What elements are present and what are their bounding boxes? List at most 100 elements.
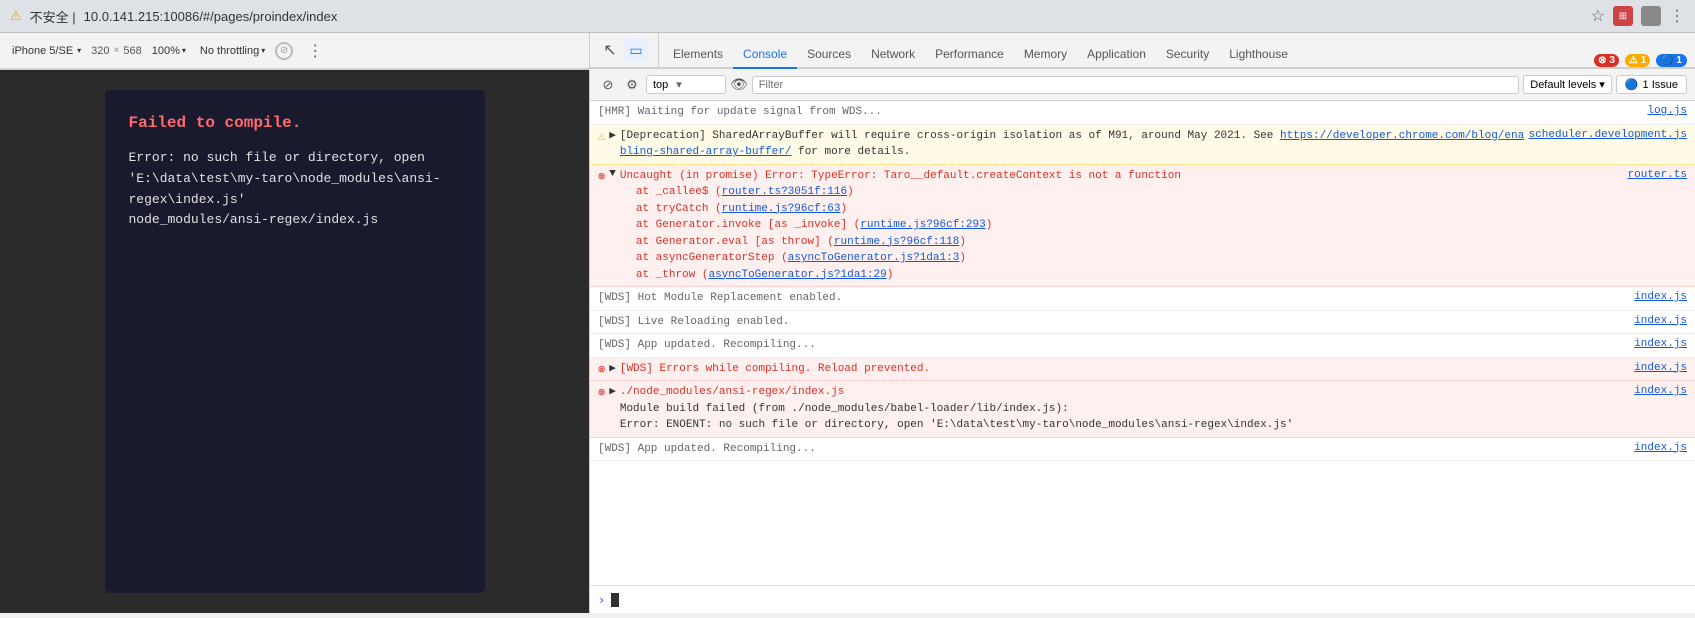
zoom-value: 100% xyxy=(152,45,180,57)
message-source-link[interactable]: index.js xyxy=(1634,362,1687,374)
stack-link-2[interactable]: runtime.js?96cf:63 xyxy=(722,203,841,215)
device-selector[interactable]: iPhone 5/SE ▾ xyxy=(8,43,85,59)
expand-ansi-error-icon[interactable] xyxy=(609,384,616,398)
message-source-link[interactable]: router.ts xyxy=(1628,169,1687,181)
stack-link-4[interactable]: runtime.js?96cf:118 xyxy=(834,236,959,248)
error-icon: ⊗ xyxy=(598,385,605,400)
browser-top-right: ☆ ⊞ ⋮ xyxy=(1591,6,1685,26)
expand-warn-icon[interactable] xyxy=(609,128,616,142)
menu-icon[interactable]: ⋮ xyxy=(1669,6,1685,26)
issues-panel-button[interactable]: 🔵 1 Issue xyxy=(1616,75,1687,94)
compile-error-box: Failed to compile. Error: no such file o… xyxy=(105,90,485,593)
context-value: top xyxy=(653,79,668,91)
message-source-link[interactable]: index.js xyxy=(1634,315,1687,327)
url-display: 不安全 | xyxy=(30,7,76,26)
stack-link-5[interactable]: asyncToGenerator.js?1da1:3 xyxy=(788,252,960,264)
devtools-right-panel: ↖ ▭ Elements Console Sources Network Per… xyxy=(590,33,1695,613)
tab-lighthouse[interactable]: Lighthouse xyxy=(1219,41,1298,69)
extension-icon-1[interactable]: ⊞ xyxy=(1613,6,1633,26)
height-value[interactable]: 568 xyxy=(123,45,141,57)
console-filter-input[interactable] xyxy=(752,76,1519,94)
console-settings-icon[interactable]: ⚙ xyxy=(622,75,642,95)
no-signal-icon[interactable]: ⊘ xyxy=(275,42,293,60)
devtools-tabs-list: Elements Console Sources Network Perform… xyxy=(663,33,1298,67)
console-message-wds-errors: ⊗ [WDS] Errors while compiling. Reload p… xyxy=(590,358,1695,382)
message-source-link[interactable]: index.js xyxy=(1634,385,1687,397)
stack-link-3[interactable]: runtime.js?96cf:293 xyxy=(860,219,985,231)
deprecation-link[interactable]: https://developer.chrome.com/blog/enabli… xyxy=(620,130,1524,159)
tab-sources[interactable]: Sources xyxy=(797,41,861,69)
expand-wds-error-icon[interactable] xyxy=(609,361,616,375)
message-source-link[interactable]: index.js xyxy=(1634,338,1687,350)
error-detail-1: Module build failed (from ./node_modules… xyxy=(620,403,1069,415)
stack-line-6: at _throw (asyncToGenerator.js?1da1:29) xyxy=(620,267,1624,284)
console-messages-area: [HMR] Waiting for update signal from WDS… xyxy=(590,101,1695,585)
console-toolbar: ⊘ ⚙ top ▾ 👁 Default levels ▾ 🔵 1 Issue xyxy=(590,69,1695,101)
responsive-toolbar: iPhone 5/SE ▾ 320 × 568 100% ▾ No thrott… xyxy=(0,33,589,69)
issue-badge-label: 1 Issue xyxy=(1643,79,1678,91)
console-badges: ⊗ 3 ⚠ 1 🔵 1 xyxy=(1594,54,1687,67)
console-message-wds-recompile-1: [WDS] App updated. Recompiling... index.… xyxy=(590,334,1695,358)
tab-network[interactable]: Network xyxy=(861,41,925,69)
clear-console-icon[interactable]: ⊘ xyxy=(598,75,618,95)
error-detail-2: Error: ENOENT: no such file or directory… xyxy=(620,419,1293,431)
stack-link-6[interactable]: asyncToGenerator.js?1da1:29 xyxy=(708,269,886,281)
message-source-link[interactable]: index.js xyxy=(1634,442,1687,454)
issue-count-badge: 🔵 1 xyxy=(1656,54,1687,67)
throttle-chevron-icon: ▾ xyxy=(261,46,265,55)
tab-memory[interactable]: Memory xyxy=(1014,41,1077,69)
stack-line-5: at asyncGeneratorStep (asyncToGenerator.… xyxy=(620,250,1624,267)
zoom-chevron-icon: ▾ xyxy=(182,46,186,55)
tab-performance[interactable]: Performance xyxy=(925,41,1014,69)
devtools-panel-icons: ↖ ▭ xyxy=(598,33,659,67)
toolbar-more-icon[interactable]: ⋮ xyxy=(303,39,327,63)
console-message-hmr: [HMR] Waiting for update signal from WDS… xyxy=(590,101,1695,125)
message-source-link[interactable]: scheduler.development.js xyxy=(1529,129,1687,141)
devtools-container: iPhone 5/SE ▾ 320 × 568 100% ▾ No thrott… xyxy=(0,33,1695,613)
dimension-display: 320 × 568 xyxy=(91,45,142,57)
expand-error-icon[interactable] xyxy=(609,168,616,180)
message-source-link[interactable]: index.js xyxy=(1634,291,1687,303)
zoom-selector[interactable]: 100% ▾ xyxy=(148,43,190,59)
message-text: [WDS] App updated. Recompiling... xyxy=(598,441,1630,458)
tab-application[interactable]: Application xyxy=(1077,41,1156,69)
device-name: iPhone 5/SE xyxy=(12,45,73,57)
devtools-toolbar: iPhone 5/SE ▾ 320 × 568 100% ▾ No thrott… xyxy=(0,33,589,70)
console-message-wds-hmr: [WDS] Hot Module Replacement enabled. in… xyxy=(590,287,1695,311)
error-body: Error: no such file or directory, open '… xyxy=(129,148,461,231)
bookmark-icon[interactable]: ☆ xyxy=(1591,6,1605,26)
stack-line-3: at Generator.invoke [as _invoke] (runtim… xyxy=(620,217,1624,234)
security-warning-icon: ⚠ xyxy=(10,8,22,24)
device-mode-icon[interactable]: ▭ xyxy=(624,38,648,62)
error-icon: ⊗ xyxy=(598,169,605,184)
stack-line-1: at _callee$ (router.ts?3051f:116) xyxy=(620,184,1624,201)
tab-console[interactable]: Console xyxy=(733,41,797,69)
issue-badge-icon: 🔵 xyxy=(1625,78,1639,91)
log-level-selector[interactable]: Default levels ▾ xyxy=(1523,75,1612,94)
device-chevron-icon: ▾ xyxy=(77,46,81,55)
stack-link-1[interactable]: router.ts?3051f:116 xyxy=(722,186,847,198)
width-value[interactable]: 320 xyxy=(91,45,109,57)
throttle-selector[interactable]: No throttling ▾ xyxy=(196,43,269,59)
message-text: [HMR] Waiting for update signal from WDS… xyxy=(598,104,1643,121)
console-message-ansi-error: ⊗ ./node_modules/ansi-regex/index.js Mod… xyxy=(590,381,1695,438)
tab-elements[interactable]: Elements xyxy=(663,41,733,69)
message-source-link[interactable]: log.js xyxy=(1647,105,1687,117)
log-level-label: Default levels xyxy=(1530,79,1596,91)
page-preview-panel: iPhone 5/SE ▾ 320 × 568 100% ▾ No thrott… xyxy=(0,33,590,613)
url-text[interactable]: 10.0.141.215:10086/#/pages/proindex/inde… xyxy=(84,9,338,24)
hide-network-icon[interactable]: 👁 xyxy=(730,76,748,93)
stack-line-4: at Generator.eval [as throw] (runtime.js… xyxy=(620,234,1624,251)
extension-icon-2[interactable] xyxy=(1641,6,1661,26)
warn-count-badge: ⚠ 1 xyxy=(1625,54,1650,67)
console-message-deprecation: ⚠ [Deprecation] SharedArrayBuffer will r… xyxy=(590,125,1695,165)
tab-security[interactable]: Security xyxy=(1156,41,1219,69)
inspect-icon[interactable]: ↖ xyxy=(598,38,622,62)
page-content-area: Failed to compile. Error: no such file o… xyxy=(0,70,589,613)
console-cursor xyxy=(611,593,619,607)
console-input-area: › xyxy=(590,585,1695,613)
warn-icon: ⚠ xyxy=(598,129,605,144)
dimension-x-separator: × xyxy=(114,45,120,56)
context-selector[interactable]: top ▾ xyxy=(646,75,726,94)
message-text: [Deprecation] SharedArrayBuffer will req… xyxy=(620,128,1525,161)
